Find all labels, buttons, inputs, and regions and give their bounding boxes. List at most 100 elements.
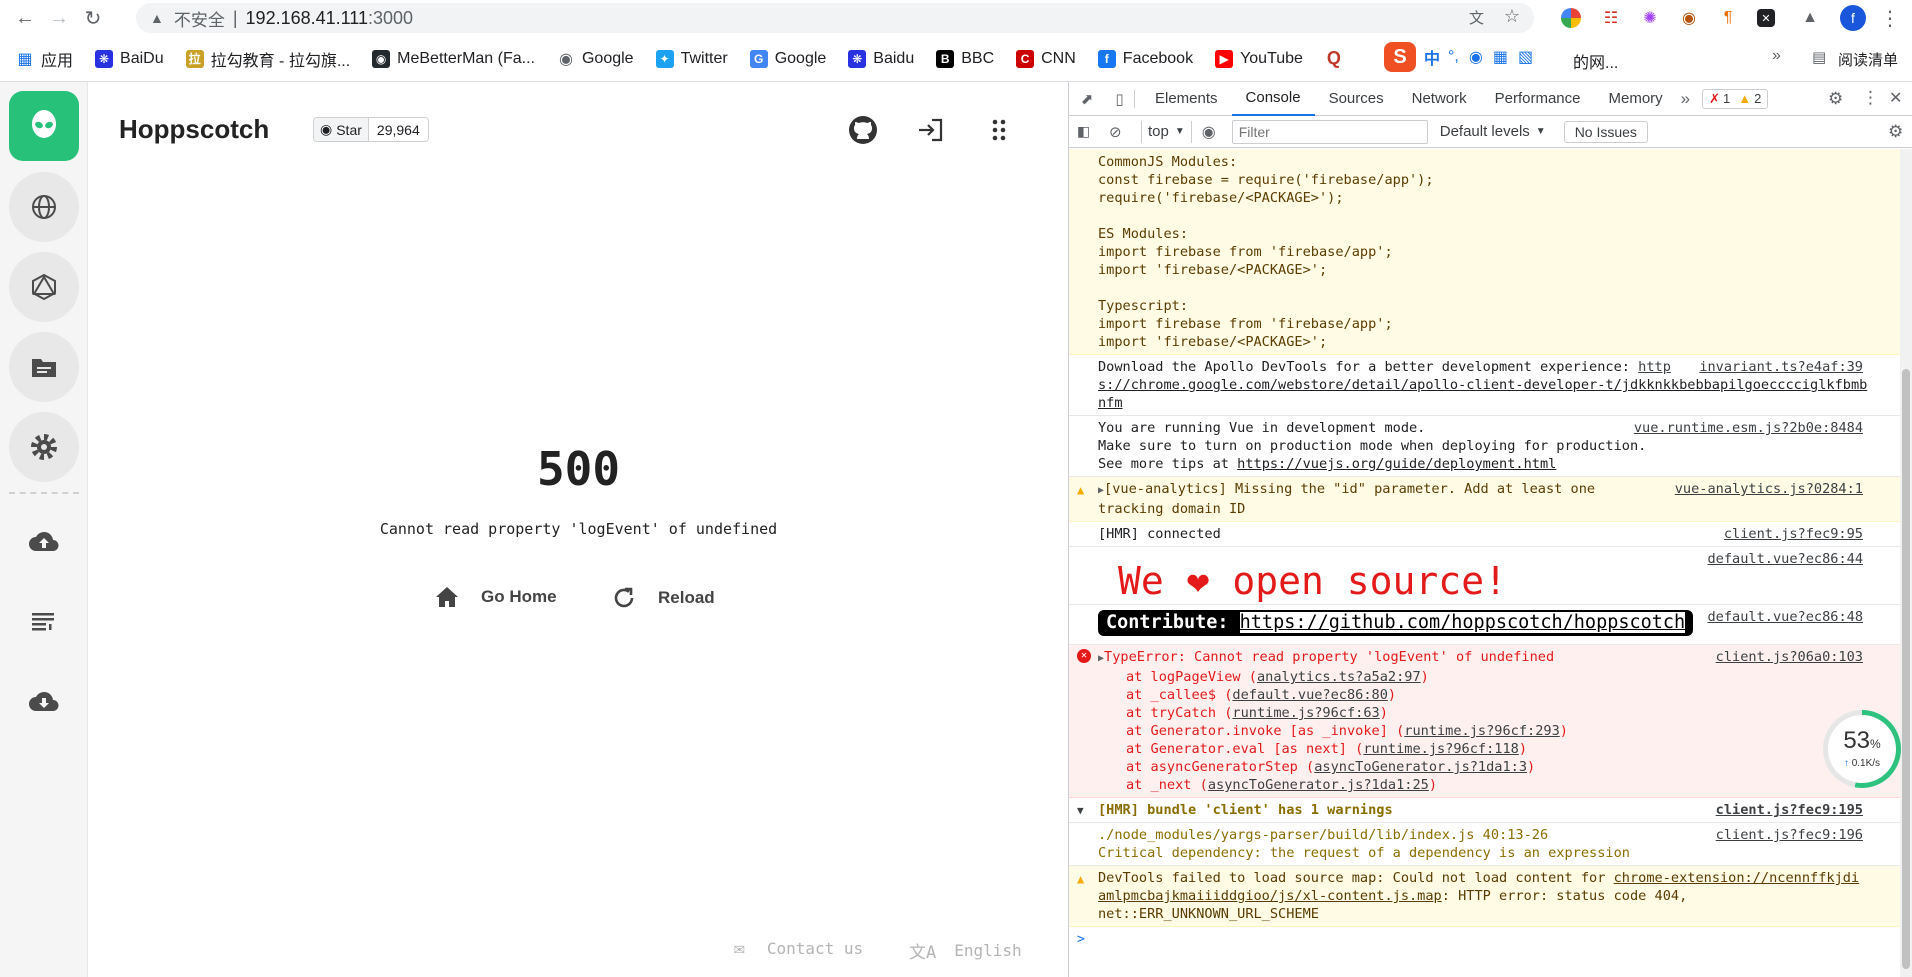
- stack-frame-location-link[interactable]: runtime.js?96cf:293: [1404, 723, 1560, 739]
- ime-mic-icon[interactable]: ◉: [1469, 47, 1483, 67]
- ime-apps-icon[interactable]: ▧: [1518, 47, 1533, 67]
- more-tabs-chevron-icon[interactable]: »: [1681, 89, 1690, 109]
- stack-frame-location-link[interactable]: default.vue?ec86:80: [1232, 687, 1388, 703]
- nav-cloud-download-icon[interactable]: [9, 666, 79, 736]
- bookmark-item[interactable]: B BBC: [936, 47, 994, 71]
- analytics-source-link[interactable]: vue-analytics.js?0284:1: [1675, 480, 1863, 498]
- console-settings-gear-icon[interactable]: ⚙: [1888, 122, 1903, 142]
- bookmark-item[interactable]: ▦ 应用: [16, 47, 73, 71]
- x-extension-icon[interactable]: ✕: [1757, 9, 1775, 27]
- sourcemap-link-start[interactable]: chrome-extension://ncennffkjdi: [1614, 870, 1860, 886]
- contact-link[interactable]: ✉ Contact us: [734, 938, 863, 959]
- live-expression-eye-icon[interactable]: ◉: [1202, 122, 1216, 142]
- stack-frame-location-link[interactable]: asyncToGenerator.js?1da1:25: [1208, 777, 1429, 793]
- console-filter-input[interactable]: [1231, 119, 1428, 144]
- back-icon[interactable]: ←: [8, 1, 42, 35]
- bookmark-overflow-tail[interactable]: 的网...: [1573, 49, 1618, 73]
- bookmarks-overflow-chevron-icon[interactable]: »: [1772, 47, 1781, 65]
- console-prompt[interactable]: >​: [1069, 927, 1901, 951]
- vue-deployment-link[interactable]: https://vuejs.org/guide/deployment.html: [1237, 456, 1556, 472]
- apollo-link-start[interactable]: http: [1638, 359, 1671, 375]
- console-scrollbar-thumb[interactable]: [1902, 369, 1910, 969]
- show-sidebar-icon[interactable]: ◧: [1077, 123, 1099, 140]
- bookmark-star-icon[interactable]: ☆: [1504, 6, 1520, 27]
- devtools-menu-icon[interactable]: ⋮: [1862, 88, 1879, 108]
- device-toolbar-icon[interactable]: ▯: [1105, 89, 1135, 108]
- brand-title[interactable]: Hoppscotch: [119, 114, 269, 145]
- yargs-source-link[interactable]: client.js?fec9:196: [1716, 826, 1863, 844]
- github-icon[interactable]: [845, 112, 881, 148]
- context-select[interactable]: top ▼: [1141, 120, 1192, 143]
- bookmark-item[interactable]: 拉拉勾教育 - 拉勾旗...: [185, 47, 350, 71]
- nav-docs-folder-icon[interactable]: [9, 332, 79, 402]
- devtools-settings-gear-icon[interactable]: ⚙: [1828, 89, 1843, 109]
- profile-avatar[interactable]: f: [1840, 5, 1866, 31]
- contribute-link[interactable]: https://github.com/hoppscotch/hoppscotch: [1239, 612, 1686, 633]
- contribute-source-link[interactable]: default.vue?ec86:48: [1708, 608, 1864, 626]
- bookmark-item[interactable]: G Google: [749, 47, 826, 71]
- hmr-source-link[interactable]: client.js?fec9:95: [1724, 525, 1863, 543]
- sourcemap-link-end[interactable]: amlpmcbajkmaiiiddgioo/js/xl-content.js.m…: [1098, 888, 1442, 904]
- puzzle-extensions-icon[interactable]: ▲: [1798, 6, 1822, 30]
- translate-icon[interactable]: 文: [1469, 7, 1484, 28]
- stack-frame-location-link[interactable]: runtime.js?96cf:118: [1363, 741, 1519, 757]
- stack-frame-location-link[interactable]: runtime.js?96cf:63: [1232, 705, 1379, 721]
- bookmark-item[interactable]: ◉ MeBetterMan (Fa...: [372, 47, 535, 71]
- tab-console[interactable]: Console: [1231, 82, 1315, 116]
- hoppscotch-logo-icon[interactable]: [9, 91, 79, 161]
- monkey-extension-icon[interactable]: ◉: [1677, 6, 1701, 30]
- apollo-source-link[interactable]: invariant.ts?e4af:39: [1699, 358, 1863, 376]
- more-dots-grid-icon[interactable]: [981, 112, 1017, 148]
- clear-console-icon[interactable]: ⊘: [1109, 123, 1131, 141]
- tab-sources[interactable]: Sources: [1315, 82, 1398, 116]
- nav-cloud-upload-icon[interactable]: [9, 506, 79, 576]
- ime-lang[interactable]: 中: [1424, 45, 1440, 69]
- collapse-triangle-icon[interactable]: ▼: [1077, 802, 1084, 820]
- bookmark-item[interactable]: ◉ Google: [557, 47, 634, 71]
- network-speed-widget[interactable]: 53% ↑ 0.1K/s: [1823, 710, 1901, 788]
- apollo-link-end[interactable]: nfm: [1098, 395, 1123, 411]
- group-source-link[interactable]: client.js?fec9:195: [1716, 801, 1863, 819]
- ime-keyboard-icon[interactable]: ▦: [1493, 47, 1508, 67]
- chrome-extension-icon[interactable]: [1561, 8, 1581, 28]
- bookmark-item[interactable]: ▶ YouTube: [1215, 47, 1303, 71]
- issues-button[interactable]: No Issues: [1563, 120, 1648, 143]
- reading-list[interactable]: 阅读清单: [1838, 49, 1898, 70]
- tab-performance[interactable]: Performance: [1481, 82, 1595, 116]
- devtools-close-icon[interactable]: ✕: [1889, 88, 1902, 108]
- nav-graphql-icon[interactable]: [9, 252, 79, 322]
- issue-counters[interactable]: ✗ 1 ▲ 2: [1702, 88, 1769, 109]
- tree-extension-icon[interactable]: ☷: [1599, 6, 1623, 30]
- nav-settings-gear-icon[interactable]: [9, 412, 79, 482]
- log-levels-select[interactable]: Default levels ▼: [1440, 123, 1546, 140]
- console-group-hmr-warnings[interactable]: ▼ [HMR] bundle 'client' has 1 warnings cli…: [1069, 798, 1901, 823]
- console-scrollbar[interactable]: [1900, 149, 1912, 977]
- github-star-button[interactable]: ◉ Star 29,964: [313, 117, 429, 142]
- bookmark-item[interactable]: ❋ Baidu: [848, 47, 914, 71]
- ime-punct[interactable]: °,: [1448, 48, 1459, 66]
- nav-rest-globe-icon[interactable]: [9, 172, 79, 242]
- apollo-link-middle[interactable]: s://chrome.google.com/webstore/detail/ap…: [1098, 377, 1867, 393]
- bookmark-item[interactable]: ✦ Twitter: [655, 47, 728, 71]
- stack-frame-location-link[interactable]: asyncToGenerator.js?1da1:3: [1314, 759, 1527, 775]
- login-icon[interactable]: [912, 112, 948, 148]
- address-bar[interactable]: ▲ 不安全 | 192.168.41.111 :3000 文 ☆: [136, 3, 1534, 33]
- tab-elements[interactable]: Elements: [1141, 82, 1232, 116]
- go-home-button[interactable]: Go Home: [435, 586, 557, 608]
- pinwheel-extension-icon[interactable]: ✺: [1638, 6, 1662, 30]
- bookmark-item[interactable]: ❋ BaiDu: [95, 47, 164, 71]
- star-count[interactable]: 29,964: [368, 118, 428, 141]
- ime-toolbar[interactable]: S 中 °, ◉ ▦ ▧: [1384, 40, 1574, 74]
- reload-button[interactable]: Reload: [612, 586, 715, 610]
- inspect-element-icon[interactable]: ⬈: [1069, 90, 1105, 108]
- nav-history-list-icon[interactable]: [9, 586, 79, 656]
- forward-icon[interactable]: →: [42, 1, 76, 35]
- browser-menu-icon[interactable]: ⋮: [1878, 6, 1902, 30]
- love-source-link[interactable]: default.vue?ec86:44: [1708, 550, 1864, 568]
- vue-source-link[interactable]: vue.runtime.esm.js?2b0e:8484: [1634, 419, 1863, 437]
- tab-memory[interactable]: Memory: [1595, 82, 1677, 116]
- stack-frame-location-link[interactable]: analytics.ts?a5a2:97: [1257, 669, 1421, 685]
- bookmark-item-truncated[interactable]: Q: [1325, 47, 1350, 71]
- reload-icon[interactable]: ↻: [76, 1, 110, 35]
- tab-network[interactable]: Network: [1398, 82, 1481, 116]
